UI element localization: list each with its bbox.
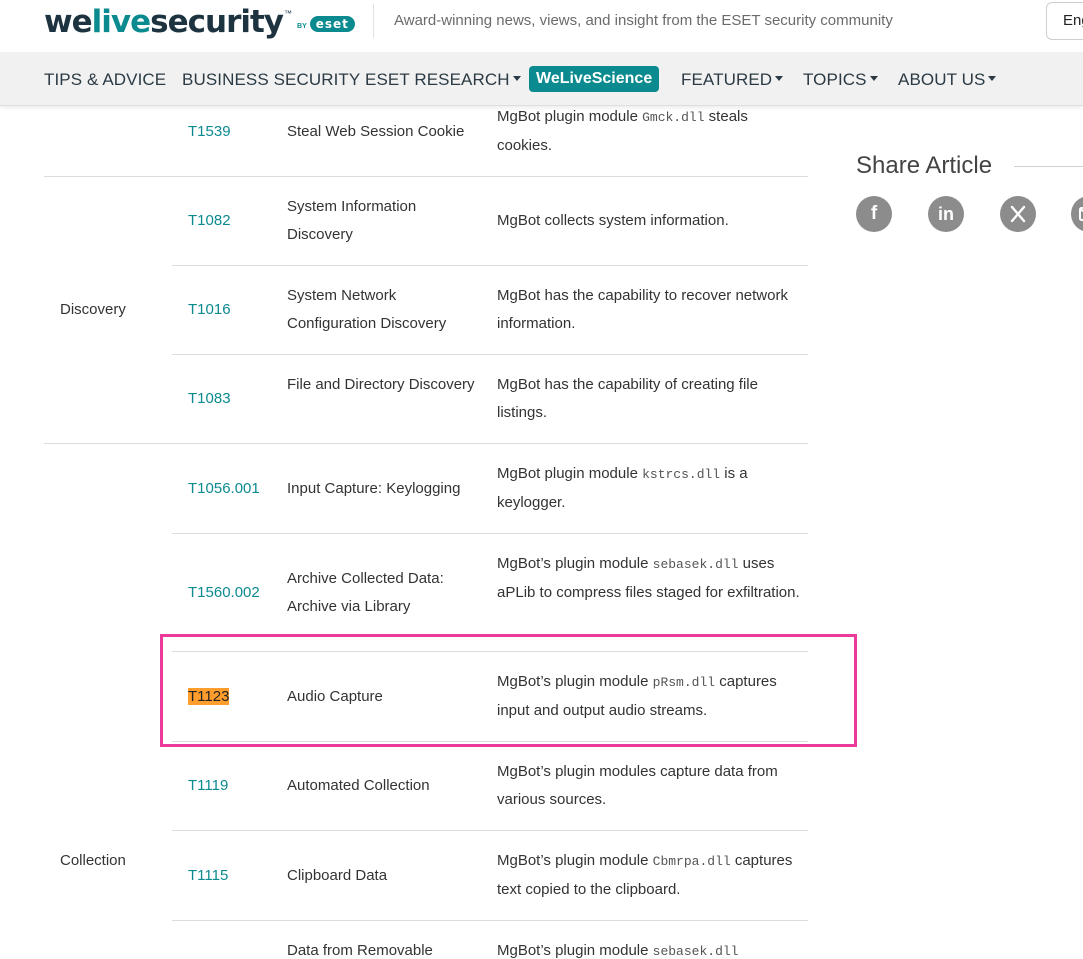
- technique-name: Input Capture: Keylogging: [287, 480, 461, 497]
- technique-name: Archive Collected Data: Archive via Libr…: [287, 570, 444, 615]
- module-name: sebasek.dll: [652, 557, 739, 572]
- technique-id-link[interactable]: T1082: [188, 207, 231, 235]
- technique-description: MgBot’s plugin modules capture data from…: [497, 763, 778, 808]
- technique-name: Steal Web Session Cookie: [287, 123, 465, 140]
- row-divider: [44, 176, 808, 177]
- chevron-down-icon: [869, 76, 878, 82]
- technique-description: MgBot has the capability to recover netw…: [497, 287, 788, 332]
- technique-id-link[interactable]: T1560.002: [188, 579, 260, 607]
- logo-by: BY: [297, 23, 307, 30]
- technique-description: MgBot’s plugin module sebasek.dll: [497, 942, 739, 959]
- main-navigation: TIPS & ADVICE BUSINESS SECURITY ESET RES…: [0, 52, 1083, 106]
- logo-wordmark: welivesecurity: [44, 4, 284, 40]
- nav-welivescience[interactable]: WeLiveScience: [529, 66, 660, 92]
- technique-description: MgBot plugin module kstrcs.dll is a keyl…: [497, 465, 748, 511]
- share-article-title: Share Article: [856, 152, 993, 179]
- technique-name: Automated Collection: [287, 777, 430, 794]
- highlight-box: [160, 634, 857, 747]
- x-glyph: [1010, 205, 1026, 223]
- site-tagline: Award-winning news, views, and insight f…: [394, 12, 893, 29]
- technique-name: File and Directory Discovery: [287, 376, 475, 393]
- technique-description: MgBot’s plugin module sebasek.dll uses a…: [497, 555, 800, 601]
- nav-about-us[interactable]: ABOUT US: [898, 70, 997, 90]
- row-divider: [172, 354, 808, 355]
- row-divider: [172, 533, 808, 534]
- technique-name: Clipboard Data: [287, 867, 388, 884]
- module-name: Gmck.dll: [642, 110, 705, 125]
- site-header: welivesecurity ™ BY eset Award-winning n…: [0, 0, 1083, 50]
- technique-id-link[interactable]: T1119: [188, 772, 228, 800]
- technique-id-link[interactable]: T1056.001: [188, 475, 260, 503]
- x-icon[interactable]: [1000, 196, 1036, 232]
- share-divider: [1014, 166, 1083, 167]
- module-name: Cbmrpa.dll: [652, 854, 731, 869]
- header-divider: [373, 4, 374, 38]
- mail-glyph: [1079, 207, 1083, 221]
- technique-description: MgBot has the capability of creating fil…: [497, 376, 758, 421]
- technique-description: MgBot’s plugin module Cbmrpa.dll capture…: [497, 852, 793, 898]
- language-selector-button[interactable]: Eng: [1046, 2, 1083, 40]
- site-logo[interactable]: welivesecurity ™ BY eset: [44, 4, 355, 40]
- technique-description: MgBot plugin module Gmck.dll steals cook…: [497, 108, 748, 154]
- techniques-table: Discovery Collection T1539 Steal Web Ses…: [0, 0, 830, 959]
- technique-name: System Information Discovery: [287, 198, 417, 243]
- technique-id-link[interactable]: T1539: [188, 118, 231, 146]
- row-divider: [172, 265, 808, 266]
- technique-name: Data from Removable: [287, 942, 433, 959]
- technique-name: System Network Configuration Discovery: [287, 287, 447, 332]
- technique-description: MgBot collects system information.: [497, 212, 729, 229]
- chevron-down-icon: [775, 76, 784, 82]
- nav-eset-research[interactable]: ESET RESEARCH: [365, 70, 521, 90]
- tactic-collection: Collection: [60, 852, 126, 869]
- technique-id-link[interactable]: T1016: [188, 296, 231, 324]
- nav-business-security[interactable]: BUSINESS SECURITY: [182, 70, 360, 90]
- nav-featured[interactable]: FEATURED: [681, 70, 784, 90]
- chevron-down-icon: [988, 76, 997, 82]
- tactic-discovery: Discovery: [60, 301, 126, 318]
- technique-id-link[interactable]: T1083: [188, 385, 231, 413]
- nav-topics[interactable]: TOPICS: [803, 70, 878, 90]
- eset-logo: eset: [309, 16, 355, 32]
- nav-tips-advice[interactable]: TIPS & ADVICE: [44, 70, 166, 90]
- mail-icon[interactable]: [1071, 196, 1083, 232]
- facebook-icon[interactable]: f: [856, 196, 892, 232]
- module-name: sebasek.dll: [652, 944, 739, 959]
- chevron-down-icon: [512, 76, 521, 82]
- trademark-mark: ™: [284, 9, 293, 18]
- row-divider: [172, 830, 808, 831]
- row-divider: [44, 443, 808, 444]
- linkedin-icon[interactable]: in: [928, 196, 964, 232]
- row-divider: [172, 920, 808, 921]
- module-name: kstrcs.dll: [642, 467, 721, 482]
- technique-id-link[interactable]: T1115: [188, 862, 228, 890]
